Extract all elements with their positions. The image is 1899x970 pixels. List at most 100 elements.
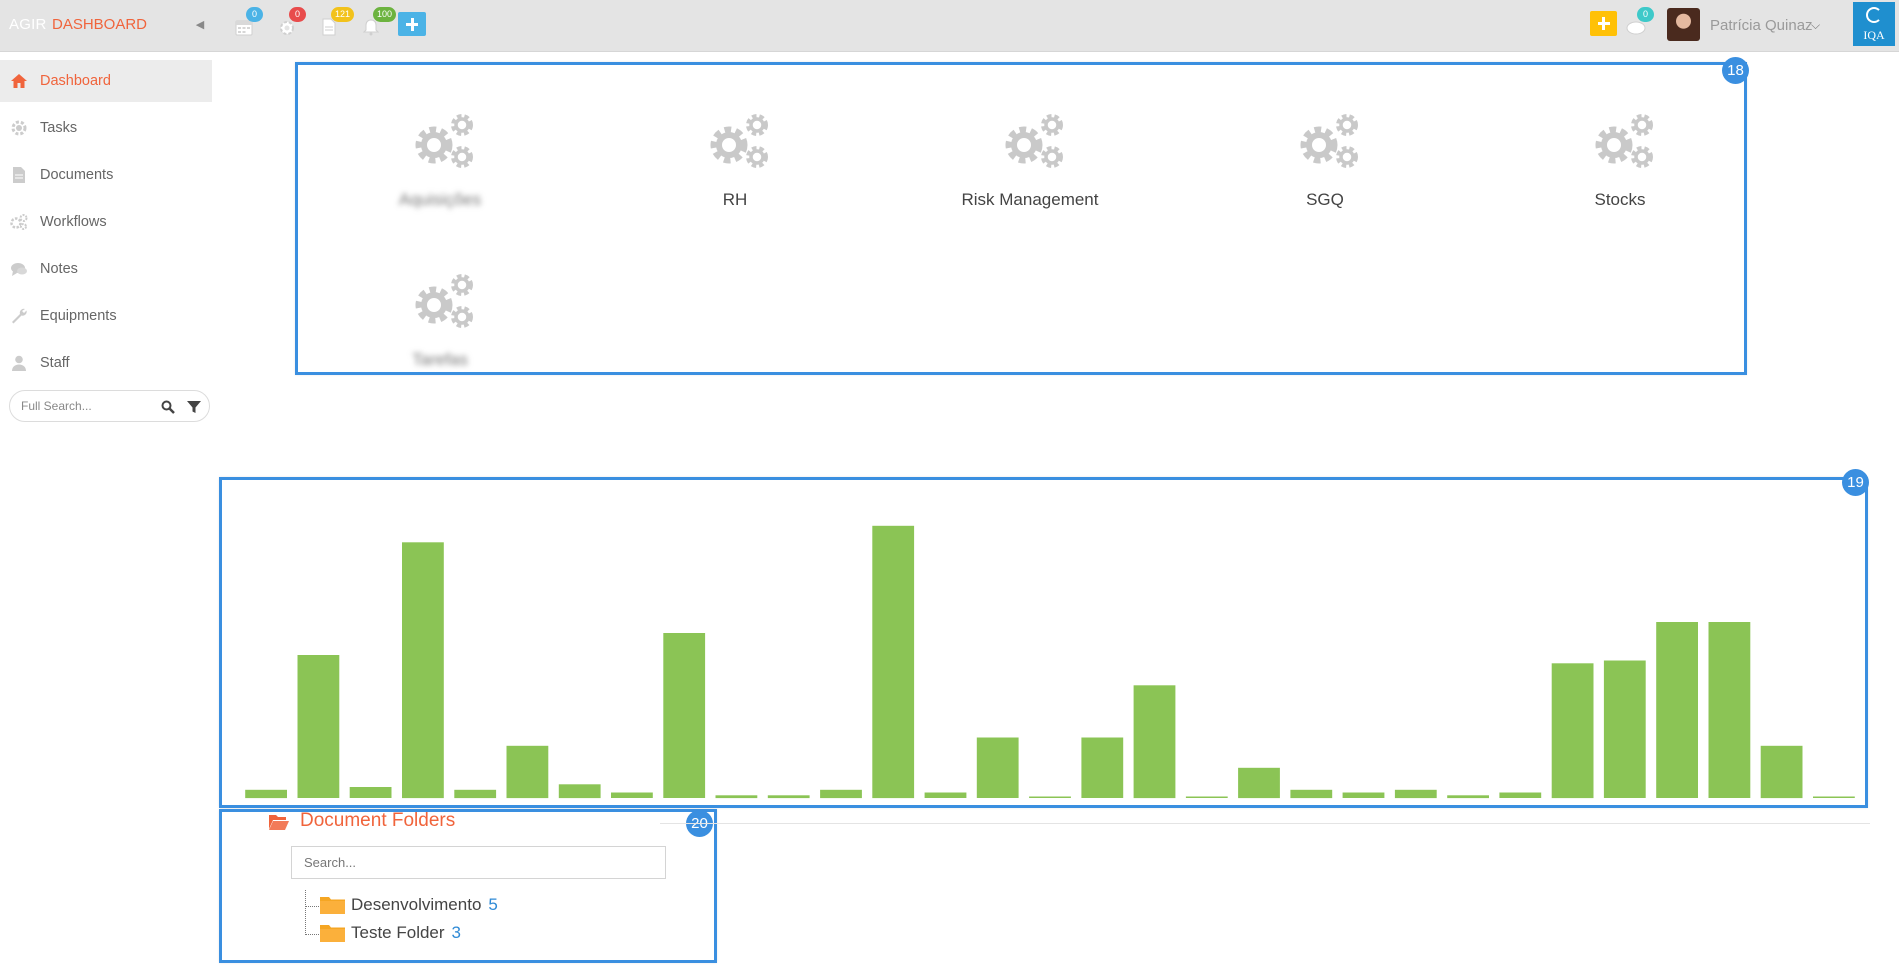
- quick-add-button[interactable]: [1590, 11, 1617, 36]
- sidebar-item-staff[interactable]: Staff: [0, 342, 212, 384]
- folder-icon: [320, 925, 345, 942]
- user-name[interactable]: Patrícia Quinaz: [1710, 17, 1813, 34]
- sidebar-item-equipments[interactable]: Equipments: [0, 295, 212, 337]
- chart-bar[interactable]: [611, 792, 653, 799]
- chart-bar[interactable]: [1499, 792, 1542, 799]
- notifications-badge: 100: [373, 7, 397, 22]
- brand-dashboard[interactable]: DASHBOARD: [52, 16, 147, 33]
- module-label: Risk Management: [961, 190, 1099, 209]
- iqa-logo[interactable]: IQA: [1853, 2, 1895, 46]
- documents-button[interactable]: 121: [318, 7, 355, 40]
- chart-bar[interactable]: [1656, 622, 1698, 798]
- sidebar-item-label: Equipments: [40, 308, 117, 324]
- chart-bar[interactable]: [820, 789, 862, 799]
- sidebar-item-label: Tasks: [40, 120, 78, 136]
- chart-bar[interactable]: [454, 789, 497, 799]
- notifications-button[interactable]: 100: [360, 7, 397, 40]
- calendar-button[interactable]: 0: [233, 7, 263, 40]
- chart-bar[interactable]: [1185, 796, 1228, 799]
- chart-bar[interactable]: [558, 784, 601, 799]
- module-label: RH: [722, 190, 748, 209]
- chart-bar[interactable]: [1290, 789, 1333, 799]
- chart-bar[interactable]: [1081, 737, 1124, 799]
- chart-bar[interactable]: [1447, 795, 1489, 799]
- folder-count: 5: [488, 895, 498, 914]
- chart-bar[interactable]: [1708, 622, 1751, 798]
- chart-bar[interactable]: [1813, 796, 1855, 799]
- sidebar-item-notes[interactable]: Notes: [0, 248, 212, 290]
- brand-agir[interactable]: AGIR: [9, 16, 46, 33]
- tree-connector: [305, 934, 319, 935]
- tree-connector: [305, 890, 306, 935]
- chart-bar[interactable]: [924, 792, 967, 799]
- sidebar-item-label: Staff: [40, 355, 70, 371]
- sidebar-item-label: Dashboard: [40, 73, 111, 89]
- widget-number-badge: 18: [1722, 57, 1749, 84]
- gears-icon: [1590, 109, 1660, 175]
- chart-bar[interactable]: [1551, 663, 1594, 799]
- collapse-sidebar-button[interactable]: ◀: [192, 16, 208, 34]
- gears-icon: [410, 109, 480, 175]
- chart-bar[interactable]: [767, 795, 810, 799]
- wrench-icon: [12, 308, 27, 324]
- apps-widget: Aquisições RH Risk Management SGQ Stocks…: [295, 62, 1747, 375]
- chart-bar[interactable]: [1760, 745, 1803, 799]
- messages-button[interactable]: 0: [1624, 7, 1654, 40]
- full-search-input[interactable]: [21, 397, 151, 415]
- documents-badge: 121: [331, 7, 355, 22]
- module-aquisicoes[interactable]: Aquisições: [320, 87, 560, 209]
- chevron-down-icon[interactable]: ⌵: [1811, 18, 1820, 33]
- folder-open-icon: [269, 815, 289, 830]
- widget-number-badge: 19: [1842, 469, 1869, 496]
- document-folders-title: Document Folders: [300, 810, 456, 831]
- settings-badge: 0: [289, 7, 306, 22]
- module-rh[interactable]: RH: [615, 87, 855, 209]
- folder-count: 3: [451, 923, 462, 942]
- module-stocks[interactable]: Stocks: [1500, 87, 1740, 209]
- sidebar-item-label: Documents: [40, 167, 114, 183]
- chart-bar[interactable]: [976, 737, 1019, 799]
- sidebar-item-dashboard[interactable]: Dashboard: [0, 60, 212, 102]
- sidebar-item-documents[interactable]: Documents: [0, 154, 212, 196]
- top-bar: AGIR DASHBOARD ◀ 0 0 121 100 0 Patrícia …: [0, 0, 1899, 52]
- user-icon: [12, 355, 26, 371]
- chart-bar[interactable]: [663, 633, 706, 798]
- chart-bar[interactable]: [1342, 792, 1385, 799]
- sidebar-item-label: Notes: [40, 261, 78, 277]
- logo-swirl-icon: [1866, 7, 1882, 23]
- folder-name: Teste Folder 3: [351, 923, 462, 942]
- gears-icon: [1000, 109, 1070, 175]
- chart-bar[interactable]: [506, 745, 549, 799]
- module-label: Aquisições: [398, 190, 482, 209]
- chart-bar[interactable]: [1133, 685, 1176, 799]
- chart-bar[interactable]: [715, 795, 758, 799]
- sidebar-item-workflows[interactable]: Workflows: [0, 201, 212, 243]
- gears-icon: [705, 109, 775, 175]
- chart-bar[interactable]: [402, 542, 444, 799]
- chart-bar[interactable]: [245, 789, 287, 799]
- chart-bar[interactable]: [1238, 767, 1280, 799]
- add-button[interactable]: [398, 12, 426, 36]
- folder-search-input[interactable]: [291, 846, 666, 879]
- avatar[interactable]: [1667, 8, 1700, 41]
- folder-name: Desenvolvimento 5: [351, 895, 498, 914]
- gears-icon: [410, 269, 480, 335]
- chart-bar[interactable]: [1029, 796, 1071, 799]
- bar-chart: [245, 525, 1855, 799]
- chart-bar[interactable]: [1603, 660, 1646, 799]
- gears-icon: [10, 214, 28, 230]
- filter-icon[interactable]: [186, 399, 202, 415]
- chart-bar[interactable]: [872, 525, 915, 799]
- chart-bar[interactable]: [297, 655, 340, 798]
- chart-bar[interactable]: [1394, 789, 1437, 799]
- comments-icon: [11, 263, 27, 276]
- module-sgq[interactable]: SGQ: [1205, 87, 1445, 209]
- settings-button[interactable]: 0: [276, 7, 306, 40]
- module-tarefas[interactable]: Tarefas: [320, 247, 560, 369]
- chart-bar[interactable]: [349, 787, 392, 798]
- module-risk-management[interactable]: Risk Management: [910, 87, 1150, 209]
- sidebar-item-tasks[interactable]: Tasks: [0, 107, 212, 149]
- chart-widget: [219, 477, 1868, 808]
- search-icon[interactable]: [160, 399, 176, 415]
- sidebar-item-label: Workflows: [40, 214, 107, 230]
